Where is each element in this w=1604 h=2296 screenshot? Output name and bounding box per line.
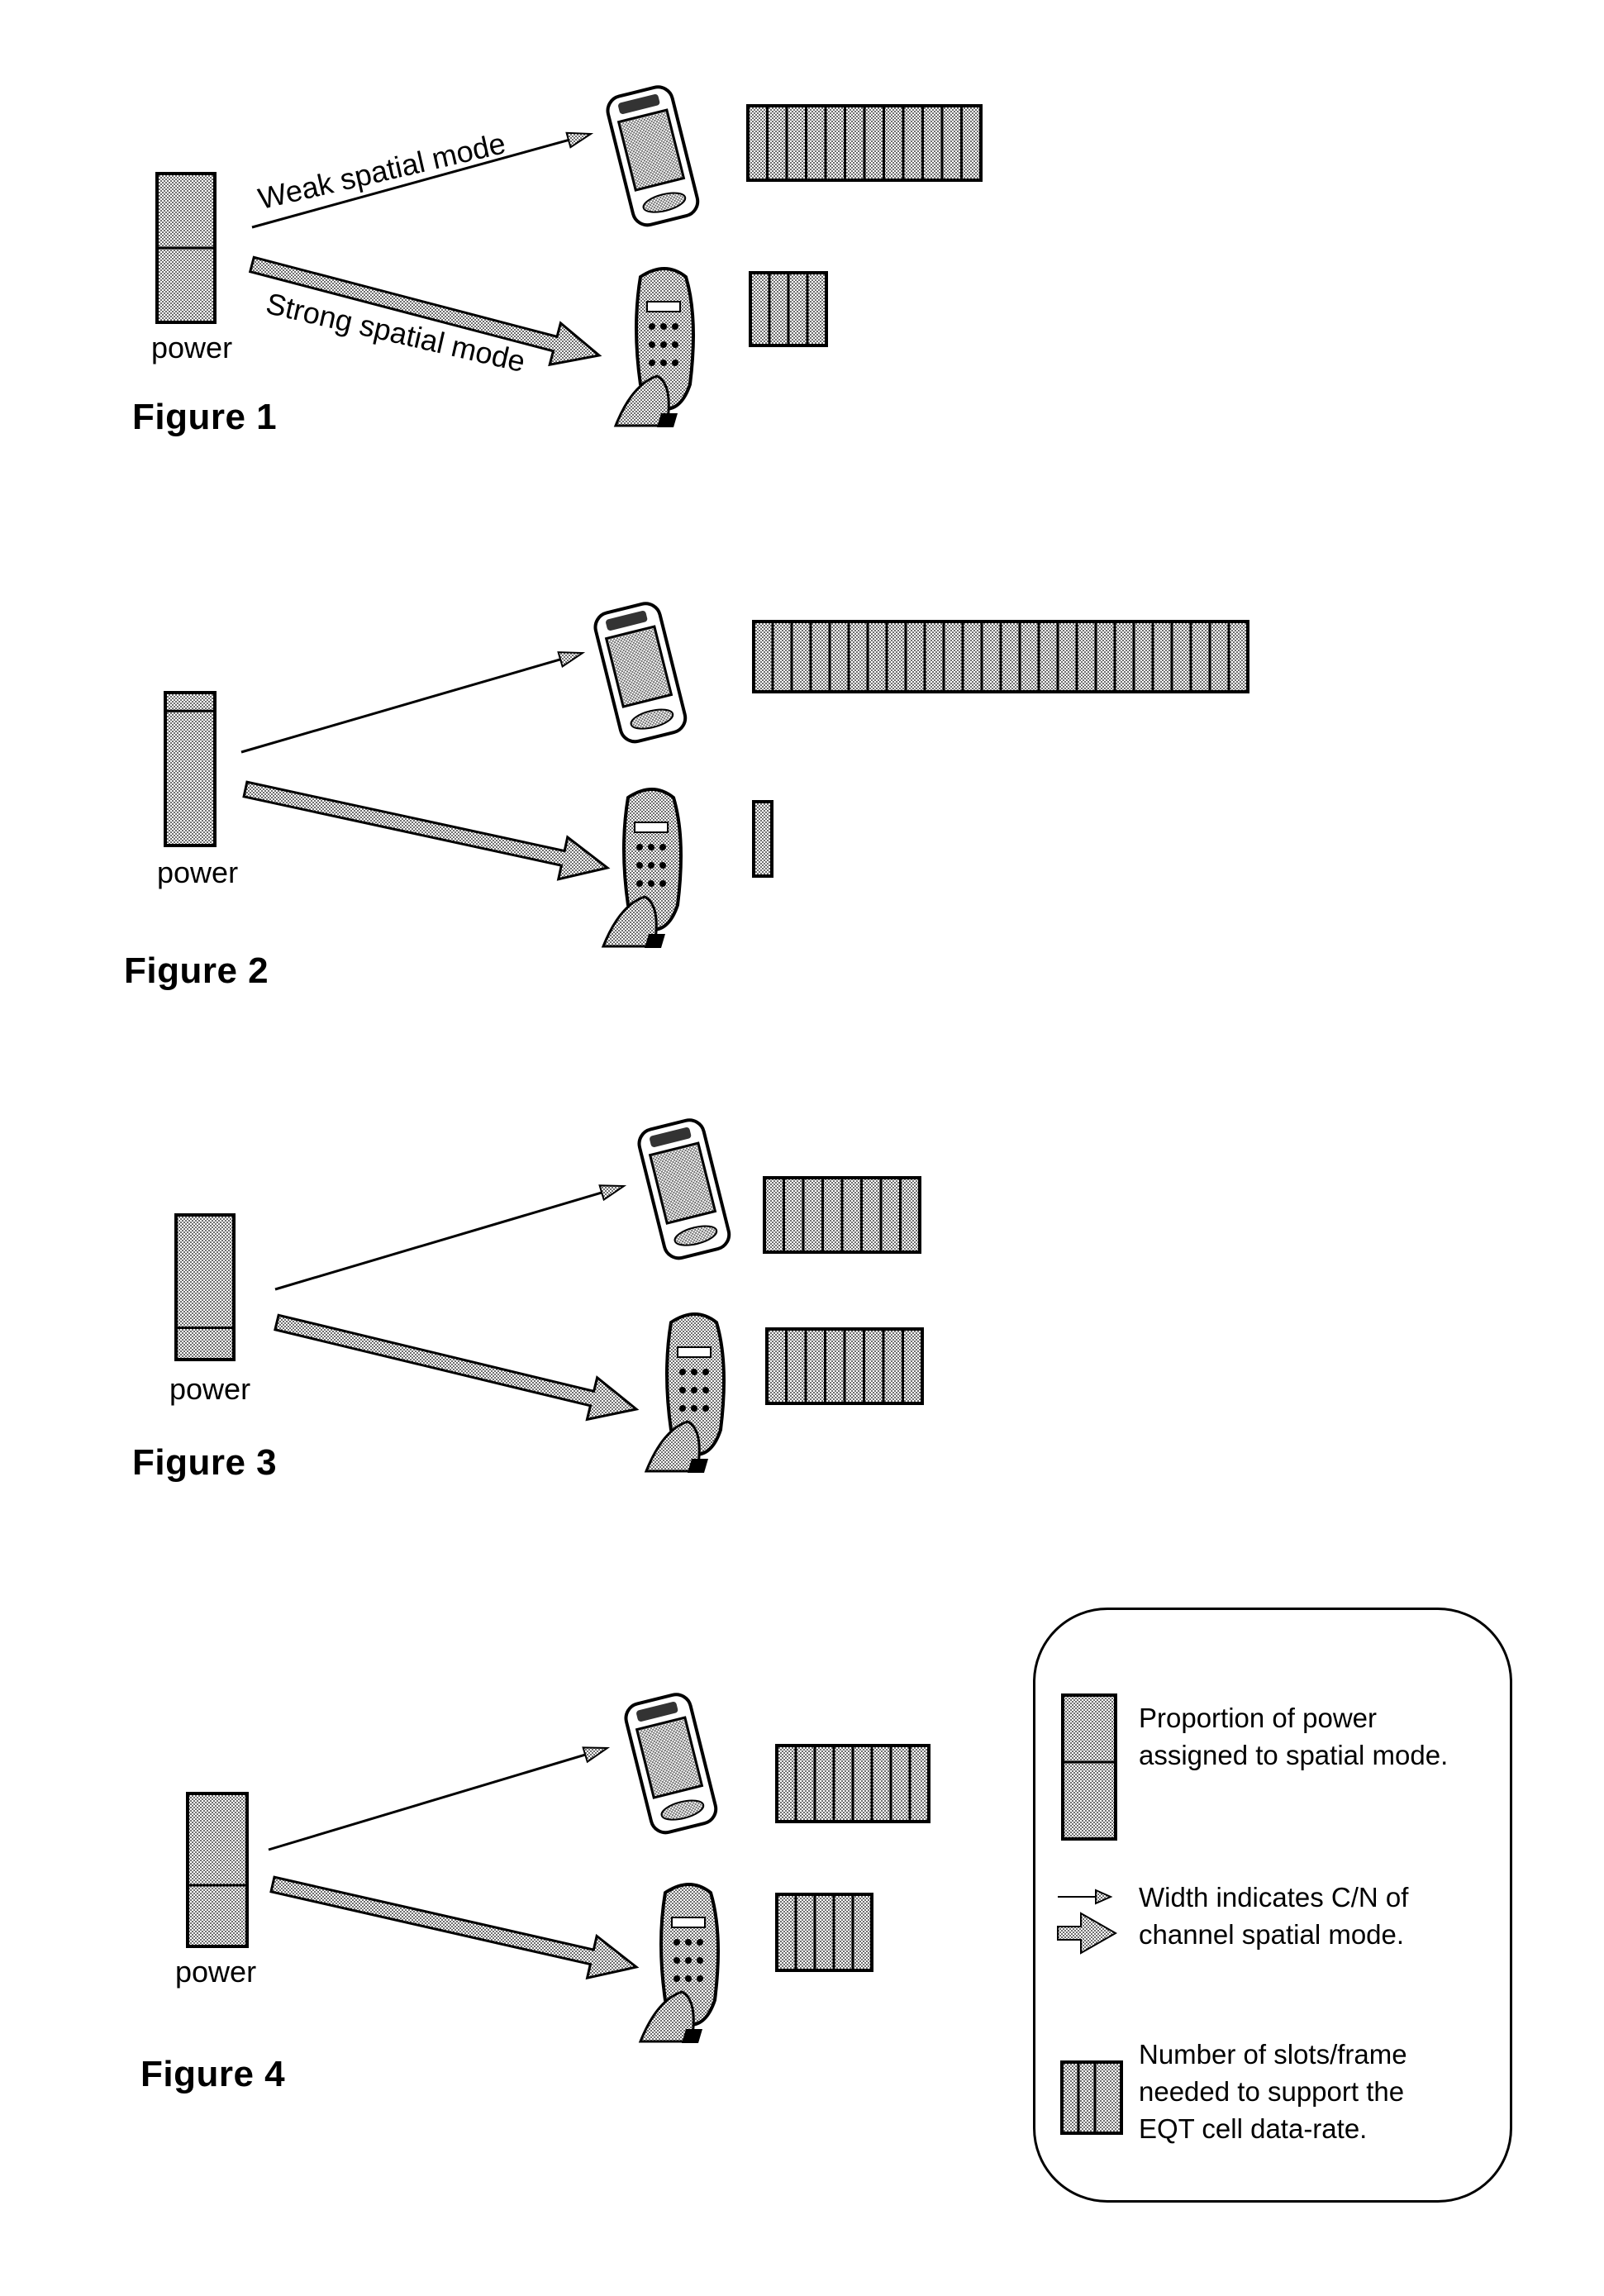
figure-graphic [164, 602, 1249, 948]
legend-arrow-line-2: channel spatial mode. [1139, 1919, 1405, 1950]
figure-caption: Figure 4 [140, 2054, 286, 2094]
weak-mode-slots [752, 620, 1249, 693]
figure-graphic [174, 1118, 924, 1473]
pda-icon [624, 1693, 718, 1835]
slots-frame-icon [1060, 2060, 1123, 2135]
strong-mode-slots [775, 1893, 873, 1972]
legend-item-arrow-width: Width indicates C/N of channel spatial m… [1035, 1879, 1510, 1970]
slot-frame-outline [752, 800, 773, 878]
phone-in-hand-icon [644, 1312, 726, 1473]
strong-mode-slots [752, 800, 773, 878]
power-label: power [157, 855, 239, 889]
weak-mode-slots [775, 1744, 931, 1823]
figure-graphic [155, 85, 983, 427]
weak-mode-arrow [268, 1746, 611, 1851]
power-bar [186, 1792, 249, 1948]
figure-caption: Figure 1 [132, 397, 278, 437]
weak-mode-arrow [274, 1184, 627, 1291]
slot-frame-outline [775, 1893, 873, 1972]
strong-mode-slots [749, 271, 828, 347]
figure-3: power Figure 3 [0, 1041, 1604, 1504]
legend-box: Proportion of power assigned to spatial … [1033, 1608, 1512, 2203]
power-bar-icon [1061, 1693, 1117, 1841]
power-label: power [169, 1372, 251, 1406]
pda-icon [637, 1118, 731, 1260]
figure-caption: Figure 3 [132, 1442, 278, 1483]
pda-icon [606, 85, 700, 227]
legend-slots-line-3: EQT cell data-rate. [1139, 2113, 1368, 2144]
legend-power-line-1: Proportion of power [1139, 1703, 1377, 1733]
power-bar-frame [186, 1792, 249, 1948]
figure-1: power Figure 1 Weak spatial mode Strong spa… [0, 0, 1604, 463]
phone-in-hand-icon [613, 267, 695, 427]
legend-item-slots: Number of slots/frame needed to support … [1035, 2036, 1510, 2160]
power-label: power [151, 331, 233, 364]
weak-mode-slots [746, 104, 983, 182]
strong-mode-arrow [274, 1313, 640, 1422]
power-bar-frame [174, 1213, 236, 1361]
strong-mode-slots [765, 1327, 924, 1405]
weak-mode-slots [763, 1176, 921, 1254]
power-label: power [175, 1955, 257, 1989]
phone-in-hand-icon [601, 788, 683, 948]
power-bar-frame [164, 691, 217, 847]
legend-slots-line-1: Number of slots/frame [1139, 2039, 1407, 2070]
arrow-width-icon [1057, 1889, 1118, 1955]
pda-icon [593, 602, 688, 744]
legend-arrow-line-1: Width indicates C/N of [1139, 1882, 1409, 1913]
power-bar [164, 691, 217, 847]
strong-mode-arrow [269, 1875, 640, 1980]
legend-item-power: Proportion of power assigned to spatial … [1035, 1693, 1510, 1841]
strong-mode-arrow [242, 780, 611, 881]
legend-power-line-2: assigned to spatial mode. [1139, 1740, 1449, 1770]
power-bar [155, 172, 217, 324]
power-bar [174, 1213, 236, 1361]
figure-2: power Figure 2 [0, 529, 1604, 1008]
figure-caption: Figure 2 [124, 950, 269, 991]
phone-in-hand-icon [638, 1883, 720, 2043]
weak-mode-arrow [240, 651, 586, 754]
legend-slots-line-2: needed to support the [1139, 2076, 1405, 2107]
